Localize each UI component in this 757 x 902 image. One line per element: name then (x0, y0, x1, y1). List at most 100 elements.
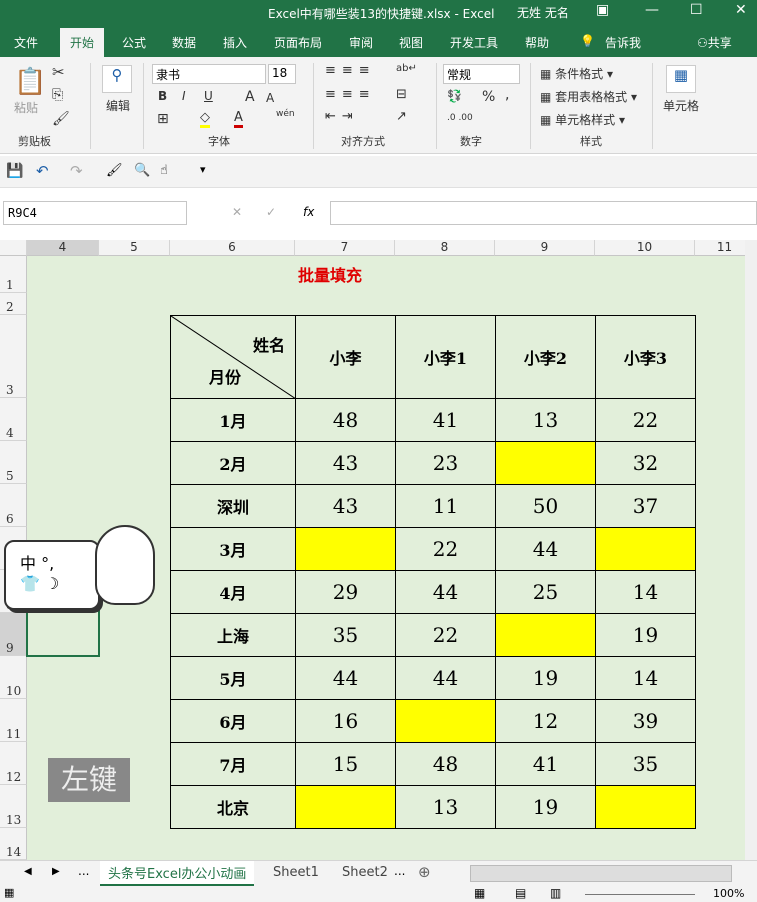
data-cell[interactable]: 39 (595, 699, 696, 743)
data-cell[interactable] (595, 527, 696, 571)
row-label-cell[interactable]: 3月 (170, 527, 296, 571)
column-header[interactable]: 11 (695, 240, 745, 256)
data-cell[interactable]: 14 (595, 570, 696, 614)
format-as-table-button[interactable]: ▦ 套用表格格式 ▾ (540, 88, 637, 105)
vertical-align-icons[interactable]: ≡≡≡ (325, 63, 376, 78)
format-painter-icon[interactable]: 🖌 (52, 111, 70, 127)
sheet-tab[interactable]: Sheet2 (334, 863, 396, 882)
conditional-format-button[interactable]: ▦ 条件格式 ▾ (540, 65, 613, 82)
data-cell[interactable] (495, 613, 596, 657)
data-cell[interactable]: 50 (495, 484, 596, 528)
row-label-cell[interactable]: 4月 (170, 570, 296, 614)
tab-page-layout[interactable]: 页面布局 (274, 34, 322, 51)
data-cell[interactable]: 19 (495, 656, 596, 700)
page-layout-view-icon[interactable]: ▤ (515, 886, 526, 900)
data-cell[interactable] (295, 785, 396, 829)
close-button[interactable]: ✕ (735, 2, 747, 18)
customize-qat-icon[interactable]: ▾ (200, 163, 206, 176)
data-cell[interactable]: 22 (395, 613, 496, 657)
italic-button[interactable]: I (182, 89, 186, 103)
tab-insert[interactable]: 插入 (223, 34, 247, 51)
data-cell[interactable]: 44 (395, 656, 496, 700)
row-header[interactable]: 1 (0, 256, 27, 293)
currency-icon[interactable]: 💱 (447, 89, 462, 103)
tab-file[interactable]: 文件 (14, 34, 38, 51)
data-cell[interactable]: 16 (295, 699, 396, 743)
row-label-cell[interactable]: 2月 (170, 441, 296, 485)
underline-button[interactable]: U (204, 89, 213, 103)
tab-data[interactable]: 数据 (172, 34, 196, 51)
data-cell[interactable]: 22 (595, 398, 696, 442)
minimize-button[interactable]: — (645, 2, 659, 18)
data-cell[interactable] (395, 699, 496, 743)
row-header[interactable]: 11 (0, 699, 27, 742)
cells-button[interactable]: 单元格 (663, 97, 699, 114)
data-cell[interactable]: 22 (395, 527, 496, 571)
percent-button[interactable]: % (482, 89, 495, 105)
select-all[interactable] (0, 240, 27, 256)
column-header[interactable]: 8 (395, 240, 495, 256)
indent-icons[interactable]: ⇤⇥ (325, 109, 359, 124)
print-preview-icon[interactable]: 🔍 (134, 163, 150, 178)
data-cell[interactable]: 29 (295, 570, 396, 614)
column-header[interactable]: 7 (295, 240, 395, 256)
horizontal-scrollbar[interactable] (470, 865, 732, 882)
cell-styles-button[interactable]: ▦ 单元格样式 ▾ (540, 111, 625, 128)
edit-button[interactable]: 编辑 (106, 97, 130, 114)
data-cell[interactable] (495, 441, 596, 485)
decimal-icons[interactable]: .0 .00 (447, 113, 473, 123)
data-cell[interactable]: 35 (295, 613, 396, 657)
name-header-cell[interactable]: 小李2 (495, 315, 596, 399)
paste-icon[interactable]: 📋 (14, 67, 46, 97)
touch-mode-icon[interactable]: ☝ (160, 163, 168, 178)
data-cell[interactable]: 15 (295, 742, 396, 786)
data-cell[interactable]: 44 (495, 527, 596, 571)
data-cell[interactable]: 44 (295, 656, 396, 700)
data-cell[interactable]: 14 (595, 656, 696, 700)
name-header-cell[interactable]: 小李1 (395, 315, 496, 399)
row-label-cell[interactable]: 上海 (170, 613, 296, 657)
data-cell[interactable]: 12 (495, 699, 596, 743)
cancel-icon[interactable]: ✕ (232, 205, 242, 219)
user-name[interactable]: 无姓 无名 (517, 4, 569, 21)
tab-view[interactable]: 视图 (399, 34, 423, 51)
paste-button[interactable]: 粘贴 (14, 99, 38, 116)
number-format-select[interactable]: 常规 (443, 64, 520, 84)
column-header[interactable]: 9 (495, 240, 595, 256)
phonetic-button[interactable]: wén (276, 109, 295, 119)
row-header[interactable]: 5 (0, 441, 27, 484)
data-cell[interactable]: 48 (295, 398, 396, 442)
macro-record-icon[interactable]: ▦ (4, 886, 14, 899)
bold-button[interactable]: B (158, 89, 167, 103)
horizontal-align-icons[interactable]: ≡≡≡ (325, 87, 376, 102)
tab-home[interactable]: 开始 (60, 28, 105, 57)
column-header[interactable]: 10 (595, 240, 695, 256)
column-header[interactable]: 5 (99, 240, 170, 256)
zoom-slider[interactable] (585, 894, 695, 895)
data-cell[interactable]: 23 (395, 441, 496, 485)
font-name-select[interactable]: 隶书 (152, 64, 266, 84)
diagonal-header-cell[interactable]: 姓名 月份 (170, 315, 296, 399)
more-sheets-right[interactable]: ... (394, 864, 405, 878)
vertical-scrollbar[interactable] (745, 240, 757, 860)
data-cell[interactable]: 43 (295, 441, 396, 485)
tab-review[interactable]: 审阅 (349, 34, 373, 51)
cells-icon[interactable]: ▦ (666, 65, 696, 93)
font-color-icon[interactable]: A (234, 110, 243, 128)
data-cell[interactable]: 41 (395, 398, 496, 442)
data-cell[interactable]: 41 (495, 742, 596, 786)
data-cell[interactable]: 11 (395, 484, 496, 528)
row-header[interactable]: 6 (0, 484, 27, 527)
undo-icon[interactable]: ↶ (36, 162, 49, 180)
data-cell[interactable]: 37 (595, 484, 696, 528)
data-cell[interactable]: 13 (395, 785, 496, 829)
more-sheets-left[interactable]: ... (78, 864, 89, 878)
prev-sheet-icon[interactable]: ◀ (24, 866, 32, 877)
maximize-button[interactable]: ☐ (690, 2, 703, 18)
orientation-icon[interactable]: ↗ (396, 109, 407, 124)
row-header[interactable]: 9 (0, 613, 27, 656)
zoom-level[interactable]: 100% (713, 887, 744, 900)
copy-icon[interactable]: ⎘ (52, 87, 63, 103)
active-cell[interactable] (26, 610, 100, 657)
normal-view-icon[interactable]: ▦ (474, 886, 485, 900)
